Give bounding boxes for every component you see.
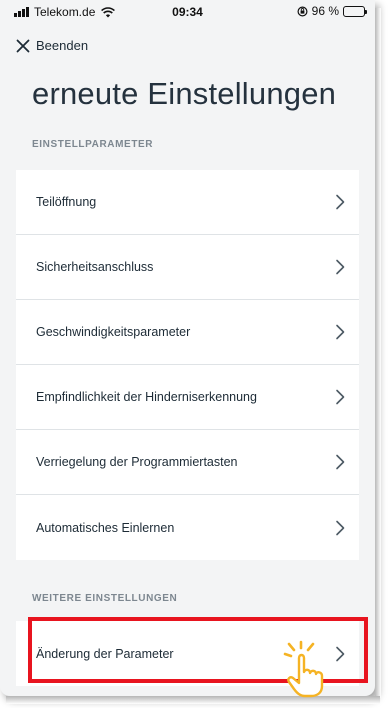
list-item-label: Empfindlichkeit der Hinderniserkennung: [36, 390, 257, 404]
battery-percent: 96 %: [311, 4, 339, 18]
chevron-right-icon: [336, 324, 345, 340]
page-title: erneute Einstellungen: [32, 76, 337, 111]
chevron-right-icon: [336, 194, 345, 210]
list-item[interactable]: Geschwindigkeitsparameter: [16, 300, 359, 365]
status-bar: Telekom.de 09:34 96 %: [0, 0, 375, 26]
chevron-right-icon: [336, 259, 345, 275]
list-item-label: Automatisches Einlernen: [36, 520, 175, 535]
close-button[interactable]: Beenden: [16, 38, 88, 53]
list-item-label: Sicherheitsanschluss: [36, 260, 154, 274]
close-icon: [16, 39, 30, 52]
list-item[interactable]: Empfindlichkeit der Hinderniserkennung: [16, 365, 359, 430]
list-item[interactable]: Teilöffnung: [16, 170, 359, 235]
list-item[interactable]: Automatisches Einlernen: [16, 495, 359, 560]
chevron-right-icon: [336, 454, 345, 470]
orientation-lock-icon: [297, 5, 308, 17]
chevron-right-icon: [336, 520, 345, 535]
device-shadow-right: [375, 8, 381, 698]
list-item-label: Teilöffnung: [36, 195, 97, 209]
section-header-params: EINSTELLPARAMETER: [32, 139, 154, 150]
close-label: Beenden: [36, 38, 89, 53]
list-item[interactable]: Sicherheitsanschluss: [16, 235, 359, 300]
chevron-right-icon: [336, 389, 345, 405]
pointing-hand-icon: [283, 640, 324, 698]
section-header-more: WEITERE EINSTELLUNGEN: [32, 593, 178, 604]
list-item-label: Verriegelung der Programmiertasten: [36, 455, 238, 469]
battery-icon: [343, 5, 367, 17]
list-item[interactable]: Verriegelung der Programmiertasten: [16, 430, 359, 495]
list-item-label: Geschwindigkeitsparameter: [36, 325, 191, 339]
status-right: 96 %: [297, 4, 367, 18]
params-list: Teilöffnung Sicherheitsanschluss Geschwind…: [16, 170, 359, 560]
app-screen: Telekom.de 09:34 96 % Beenden erneute Ei…: [0, 0, 375, 696]
